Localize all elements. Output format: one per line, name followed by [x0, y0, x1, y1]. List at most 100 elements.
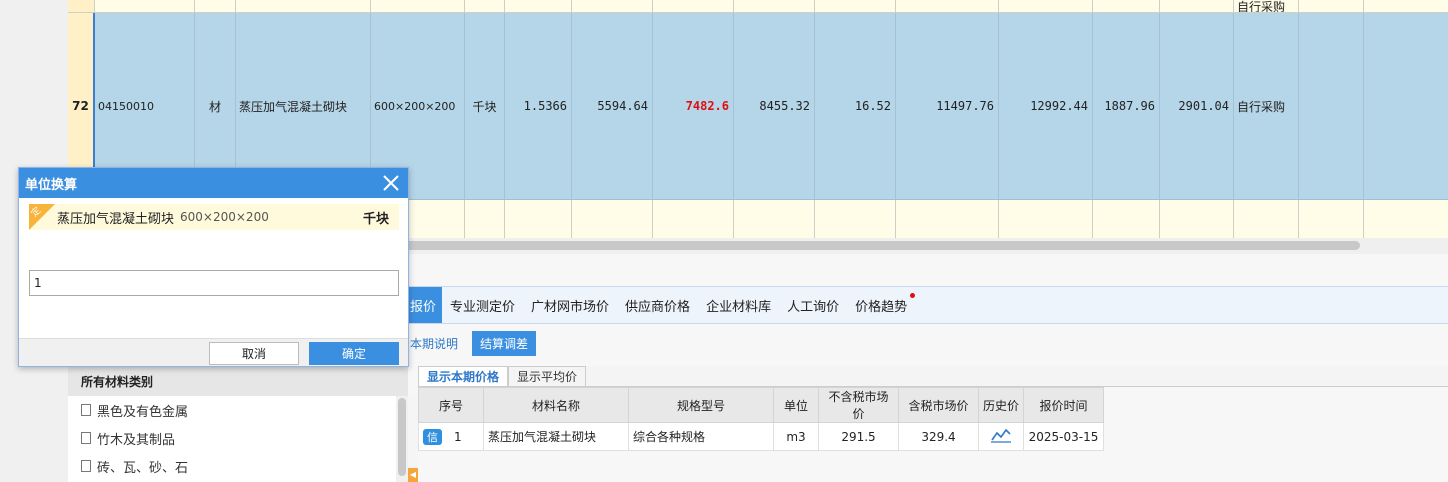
spec-cell: 综合各种规格 [628, 422, 774, 451]
price-source-tabs: 报价 专业测定价 广材网市场价 供应商价格 企业材料库 人工询价 价格趋势 [408, 286, 1448, 324]
dialog-material-item: 定 蒸压加气混凝土砌块 600×200×200 千块 [29, 204, 399, 230]
unit-cell [465, 0, 505, 12]
col-header-price-ex[interactable]: 不含税市场价 [818, 387, 899, 423]
show-average-price-toggle[interactable]: 显示平均价 [508, 366, 587, 386]
qty-cell [505, 200, 572, 238]
v4-cell [815, 0, 896, 12]
col-header-name[interactable]: 材料名称 [483, 387, 629, 423]
settlement-adjust-button[interactable]: 结算调差 [472, 330, 537, 356]
tab-professional-price[interactable]: 专业测定价 [442, 287, 523, 323]
tree-item-brick[interactable]: 砖、瓦、砂、石 [68, 452, 408, 480]
spec-cell [371, 0, 465, 12]
grid-row-previous[interactable]: 自行采购 [68, 0, 1448, 13]
price-in-cell: 329.4 [898, 422, 979, 451]
v5-cell[interactable]: 11497.76 [896, 13, 999, 199]
v6-cell [999, 0, 1093, 12]
extra-cell [1299, 0, 1364, 12]
qty-cell[interactable]: 1.5366 [505, 13, 572, 199]
price-view-toggle: 显示本期价格 显示平均价 [418, 366, 1448, 387]
unit-cell[interactable]: 千块 [465, 13, 505, 199]
unit-cell: m3 [773, 422, 819, 451]
close-icon[interactable] [380, 172, 402, 194]
tab-market-price[interactable]: 广材网市场价 [523, 287, 617, 323]
name-cell [236, 0, 371, 12]
period-note-link[interactable]: 本期说明 [408, 335, 464, 352]
table-row[interactable]: 信1 蒸压加气混凝土砌块 综合各种规格 m3 291.5 329.4 2025-… [418, 422, 1104, 451]
col-header-date[interactable]: 报价时间 [1023, 387, 1104, 423]
v1-cell [572, 0, 653, 12]
show-current-price-toggle[interactable]: 显示本期价格 [418, 366, 509, 386]
tab-quote[interactable]: 报价 [408, 287, 443, 323]
col-header-unit[interactable]: 单位 [773, 387, 819, 423]
v8-cell[interactable]: 2901.04 [1160, 13, 1234, 199]
v4-cell [815, 200, 896, 238]
v1-cell[interactable]: 5594.64 [572, 13, 653, 199]
v7-cell [1093, 200, 1160, 238]
collapse-arrow-icon[interactable]: ◀ [408, 468, 418, 482]
tree-item-wood[interactable]: 竹木及其制品 [68, 424, 408, 452]
tree-item-label: 黑色及有色金属 [97, 404, 189, 420]
dialog-material-unit: 千块 [362, 211, 389, 227]
supply-cell [1234, 200, 1299, 238]
v7-cell[interactable]: 1887.96 [1093, 13, 1160, 199]
tab-supplier-price[interactable]: 供应商价格 [617, 287, 698, 323]
v2-cell [653, 0, 734, 12]
tree-scroll-thumb[interactable] [398, 398, 406, 476]
supply-cell[interactable]: 自行采购 [1234, 13, 1299, 199]
confirm-button[interactable]: 确定 [309, 342, 399, 365]
category-tree: 黑色及有色金属 竹木及其制品 砖、瓦、砂、石 [68, 396, 408, 482]
v2-cell [653, 200, 734, 238]
history-cell [978, 422, 1024, 451]
document-icon [81, 432, 91, 444]
date-cell: 2025-03-15 [1023, 422, 1104, 451]
price-table: 序号 材料名称 规格型号 单位 不含税市场价 含税市场价 历史价 报价时间 信1… [418, 387, 1104, 451]
dialog-material-name: 蒸压加气混凝土砌块 [57, 211, 175, 227]
document-icon [81, 404, 91, 416]
v6-cell[interactable]: 12992.44 [999, 13, 1093, 199]
v2-cell[interactable]: 7482.6 [653, 13, 734, 199]
v5-cell [896, 0, 999, 12]
horizontal-scroll-thumb[interactable] [398, 241, 1360, 250]
dialog-material-spec: 600×200×200 [180, 210, 269, 224]
price-ex-cell: 291.5 [818, 422, 899, 451]
tab-enterprise-library[interactable]: 企业材料库 [698, 287, 779, 323]
type-cell [195, 0, 236, 12]
material-name-cell: 蒸压加气混凝土砌块 [483, 422, 629, 451]
tree-item-metals[interactable]: 黑色及有色金属 [68, 396, 408, 424]
v3-cell[interactable]: 8455.32 [734, 13, 815, 199]
v4-cell[interactable]: 16.52 [815, 13, 896, 199]
unit-cell [465, 200, 505, 238]
extra-cell [1299, 200, 1364, 238]
qty-cell [505, 0, 572, 12]
v8-cell [1160, 200, 1234, 238]
extra-cell[interactable] [1299, 13, 1364, 199]
tab-manual-inquiry[interactable]: 人工询价 [779, 287, 847, 323]
trend-chart-icon[interactable] [990, 427, 1012, 443]
unit-conversion-dialog: 单位换算 定 蒸压加气混凝土砌块 600×200×200 千块 取消 确定 [18, 167, 409, 367]
conversion-factor-input[interactable] [29, 270, 399, 296]
row-no-cell: 信1 [418, 422, 484, 451]
v8-cell [1160, 0, 1234, 12]
row-number-cell [68, 0, 95, 12]
v3-cell [734, 0, 815, 12]
cancel-button[interactable]: 取消 [209, 342, 299, 365]
col-header-price-in[interactable]: 含税市场价 [898, 387, 979, 423]
document-icon [81, 460, 91, 472]
tree-vertical-scrollbar[interactable] [396, 396, 408, 482]
v3-cell [734, 200, 815, 238]
row-no: 1 [454, 429, 462, 444]
supply-cell: 自行采购 [1234, 0, 1299, 12]
dialog-title: 单位换算 [25, 177, 78, 193]
col-header-history[interactable]: 历史价 [978, 387, 1024, 423]
category-tree-header: 所有材料类别 [68, 366, 408, 396]
dialog-footer: 取消 确定 [19, 338, 408, 366]
tab-price-trend[interactable]: 价格趋势 [847, 287, 916, 323]
tree-item-label: 砖、瓦、砂、石 [97, 460, 189, 476]
col-header-spec[interactable]: 规格型号 [628, 387, 774, 423]
v7-cell [1093, 0, 1160, 12]
v5-cell [896, 200, 999, 238]
dialog-title-bar[interactable]: 单位换算 [19, 168, 408, 198]
panel-splitter[interactable]: ◀ [408, 396, 418, 482]
col-header-no[interactable]: 序号 [418, 387, 484, 423]
price-table-header: 序号 材料名称 规格型号 单位 不含税市场价 含税市场价 历史价 报价时间 [418, 387, 1104, 423]
